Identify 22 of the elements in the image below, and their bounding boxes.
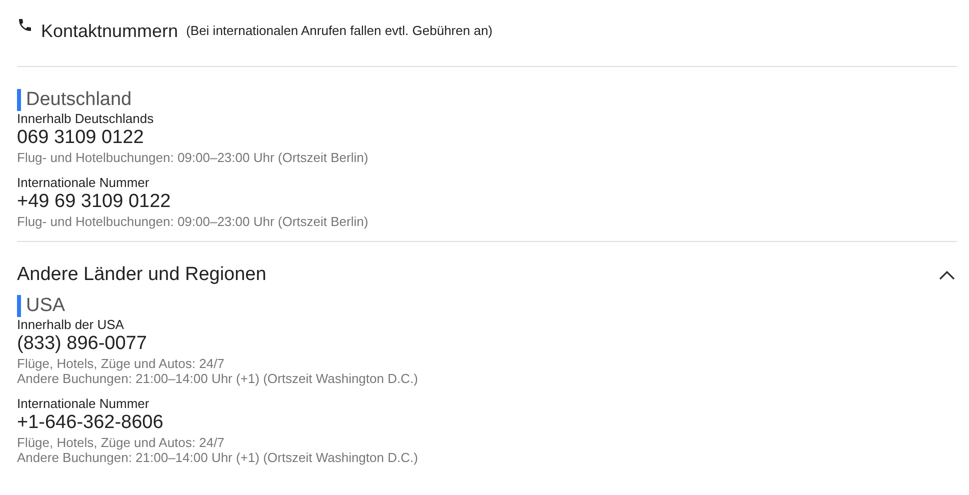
fee-note: (Bei internationalen Anrufen fallen evtl. Gebühren an)	[186, 22, 492, 40]
country-heading: USA	[17, 295, 957, 317]
collapse-toggle[interactable]	[937, 268, 957, 282]
section-title: Kontaktnummern	[41, 20, 178, 42]
hours-note: Flug- und Hotelbuchungen: 09:00–23:00 Uhr (Ortszeit Berlin)	[17, 150, 370, 165]
hours-note: Andere Buchungen: 21:00–14:00 Uhr (+1) (Ortszeit Washington D.C.)	[17, 371, 419, 386]
hours-note: Flüge, Hotels, Züge und Autos: 24/7	[17, 356, 226, 371]
number-label: Internationale Nummer	[17, 175, 150, 190]
number-label: Internationale Nummer	[17, 396, 150, 411]
hours-note: Andere Buchungen: 21:00–14:00 Uhr (+1) (Ortszeit Washington D.C.)	[17, 450, 419, 465]
region-heading: Andere Länder und Regionen	[17, 264, 266, 286]
hours-note: Flug- und Hotelbuchungen: 09:00–23:00 Uhr (Ortszeit Berlin)	[17, 214, 370, 229]
phone-number: +49 69 3109 0122	[17, 190, 172, 214]
phone-number: 069 3109 0122	[17, 126, 145, 150]
phone-number: +1-646-362-8606	[17, 411, 164, 435]
phone-number: (833) 896-0077	[17, 332, 148, 356]
phone-icon	[17, 17, 33, 33]
country-heading: Deutschland	[17, 89, 957, 111]
number-label: Innerhalb Deutschlands	[17, 111, 155, 126]
number-label: Innerhalb der USA	[17, 317, 125, 332]
hours-note: Flüge, Hotels, Züge und Autos: 24/7	[17, 435, 226, 450]
chevron-up-icon	[939, 270, 955, 280]
